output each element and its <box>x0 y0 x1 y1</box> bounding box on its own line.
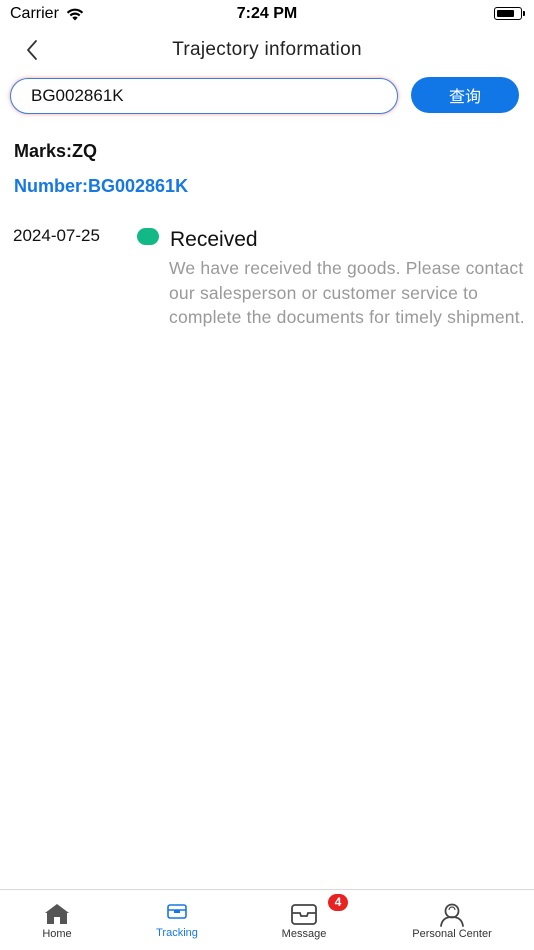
tab-home[interactable]: Home <box>0 890 117 950</box>
tab-personal-center[interactable]: Personal Center <box>392 890 512 950</box>
timeline-item: 2024-07-25 Received We have received the… <box>0 224 534 364</box>
tab-label-message: Message <box>281 928 327 940</box>
tab-bar: Home Tracking 4 Message Personal Center <box>0 889 534 950</box>
page-title: Trajectory information <box>172 39 362 60</box>
query-button[interactable]: 查询 <box>411 77 519 113</box>
search-bar: 查询 <box>10 77 522 115</box>
message-badge: 4 <box>328 894 348 911</box>
status-bar: Carrier 7:24 PM <box>0 0 534 28</box>
battery-icon <box>494 7 525 20</box>
tab-message[interactable]: 4 Message <box>244 890 364 950</box>
timeline-description: We have received the goods. Please conta… <box>169 258 525 327</box>
tracking-number-label: Number:BG002861K <box>14 176 189 196</box>
marks-label: Marks:ZQ <box>14 141 98 161</box>
navigation-bar: Trajectory information <box>0 30 534 70</box>
app-screen: Carrier 7:24 PM Trajectory information 查… <box>0 0 534 950</box>
inbox-icon <box>291 904 317 925</box>
status-dot <box>137 228 159 245</box>
user-icon <box>440 903 464 927</box>
tab-label-personal-center: Personal Center <box>412 928 492 940</box>
timeline-date: 2024-07-25 <box>13 226 100 245</box>
tab-tracking[interactable]: Tracking <box>117 890 237 950</box>
tracking-number-input[interactable] <box>10 78 398 114</box>
home-icon <box>45 904 69 924</box>
package-icon <box>167 904 187 919</box>
timeline-status: Received <box>170 228 258 251</box>
tab-label-home: Home <box>42 928 72 940</box>
clock: 7:24 PM <box>236 5 298 22</box>
tab-label-tracking: Tracking <box>156 927 198 939</box>
